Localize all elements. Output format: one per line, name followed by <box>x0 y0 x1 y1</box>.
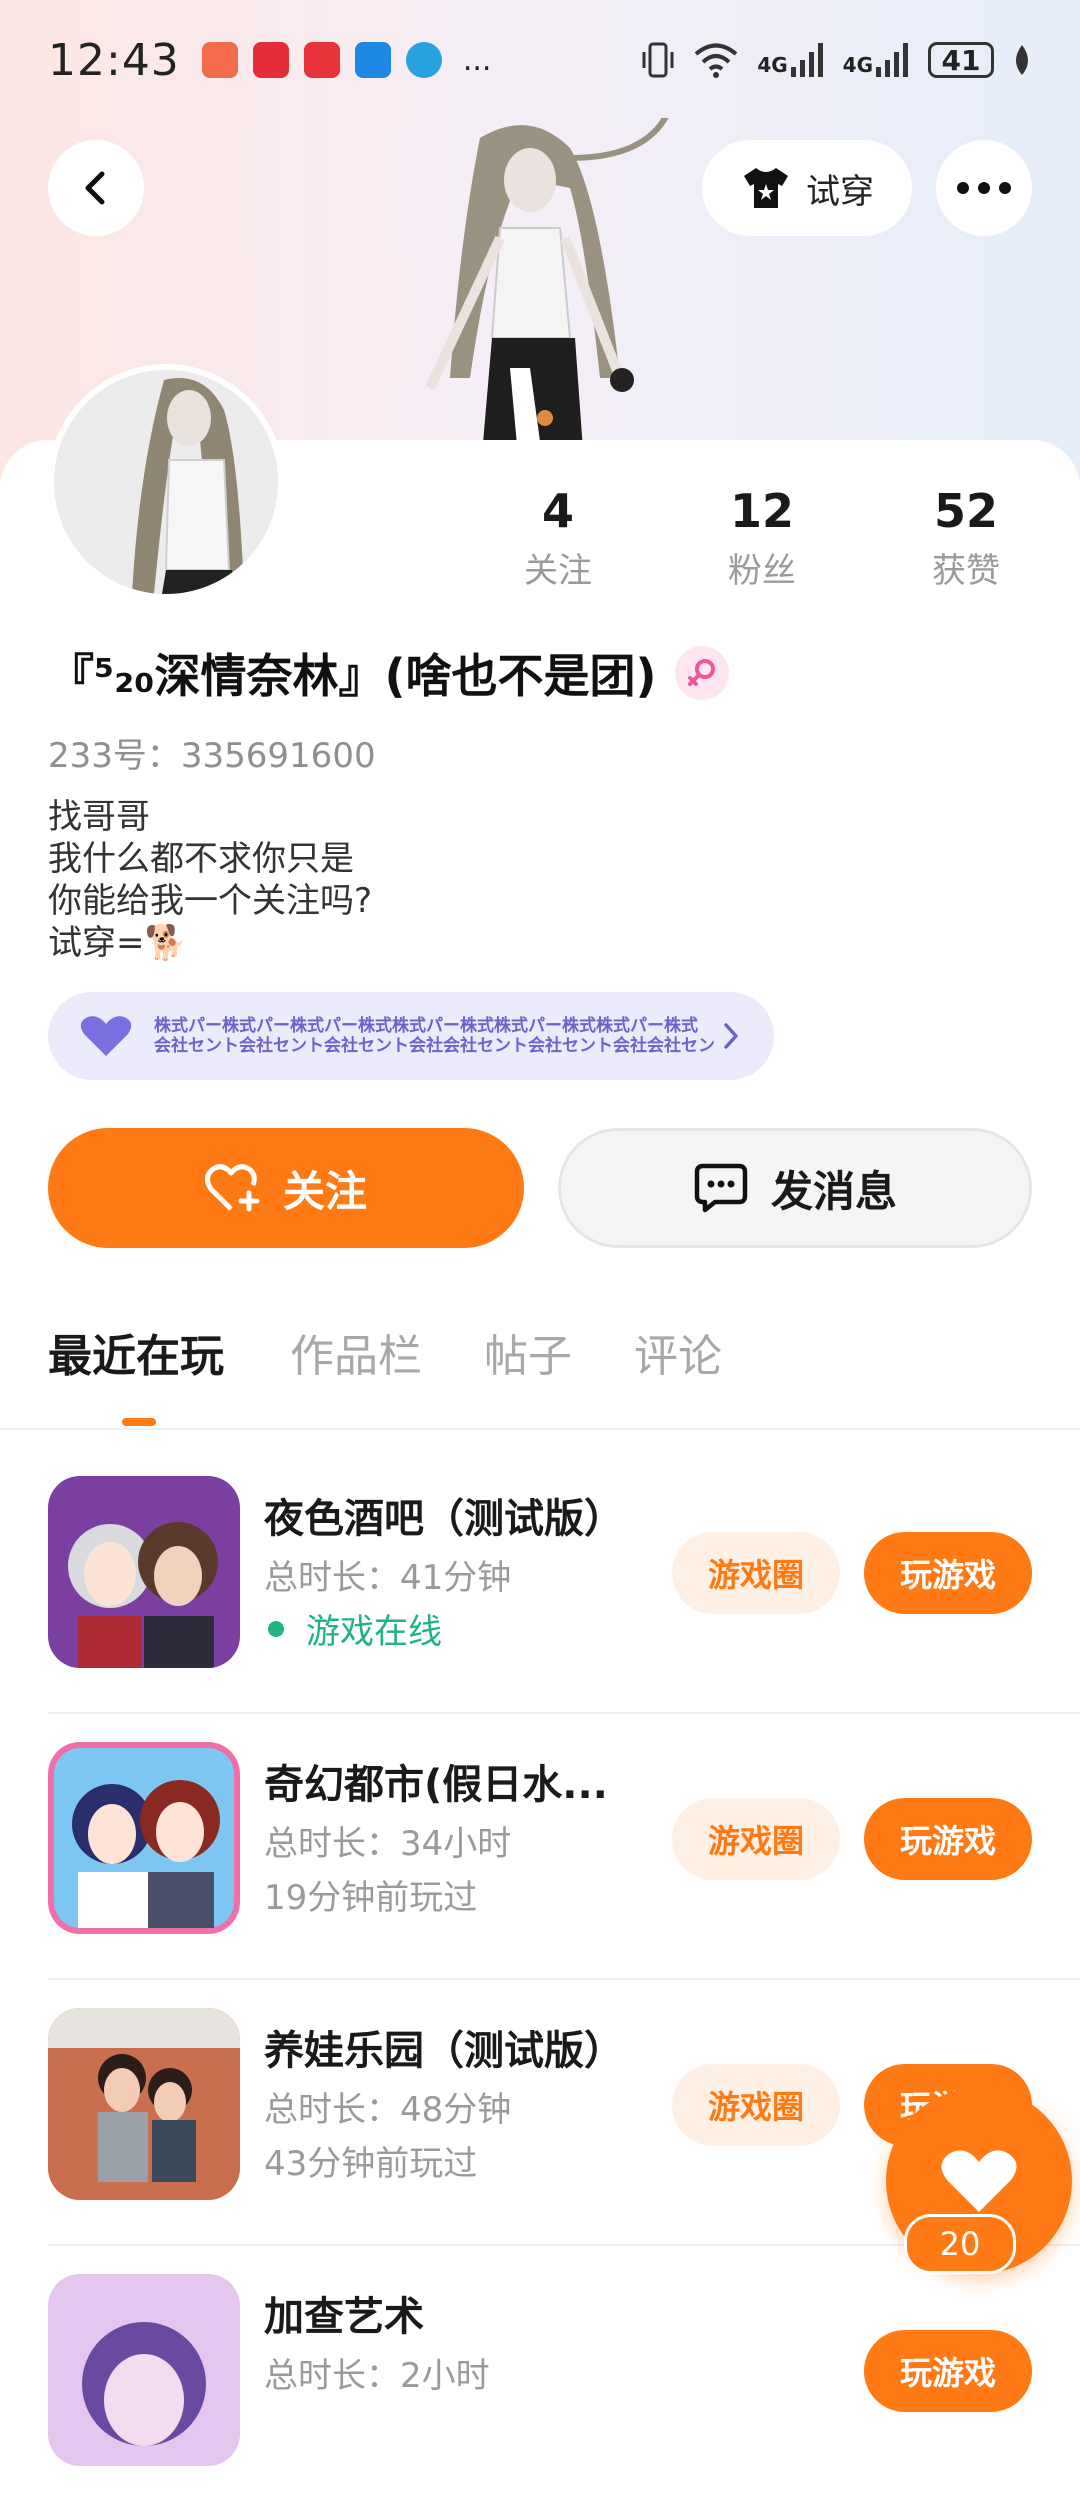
online-dot-icon <box>268 1620 284 1637</box>
stat-following-label: 关注 <box>524 551 592 591</box>
app-icon-huawei <box>252 42 289 78</box>
vibrate-icon <box>642 42 674 78</box>
game-icon <box>48 2274 240 2466</box>
game-duration: 总时长：48分钟 <box>264 2090 512 2130</box>
play-game-button[interactable]: 玩游戏 <box>864 1532 1032 1614</box>
stat-likes-value: 52 <box>933 484 998 538</box>
app-icon-3 <box>303 42 340 78</box>
game-name: 奇幻都市(假日水... <box>264 1762 608 1808</box>
stat-fans[interactable]: 12 粉丝 <box>662 476 862 596</box>
leaf-icon <box>1016 45 1028 75</box>
tab-recently-played[interactable]: 最近在玩 <box>48 1320 224 1384</box>
list-item[interactable]: 夜色酒吧（测试版） 总时长：41分钟 游戏在线 游戏圈 玩游戏 <box>0 1448 1080 1714</box>
group-badge-link[interactable]: 株式パー株式パー株式パー株式株式パー株式株式パー株式株式パー株式 会社セント会社… <box>48 992 774 1080</box>
wifi-icon <box>695 43 738 78</box>
chevron-left-icon <box>85 171 105 205</box>
stat-fans-label: 粉丝 <box>728 551 796 591</box>
game-name: 夜色酒吧（测试版） <box>264 1496 624 1542</box>
follow-button[interactable]: 关注 <box>48 1128 524 1248</box>
back-button[interactable] <box>48 140 144 236</box>
game-icon <box>48 2008 240 2200</box>
signal-4g-2: 4G <box>843 43 910 77</box>
signal-bars-icon <box>876 43 908 77</box>
tab-active-indicator <box>122 1418 156 1426</box>
bio-line: 试穿=🐕 <box>48 923 187 963</box>
game-duration: 总时长：41分钟 <box>264 1558 512 1598</box>
heart-plus-icon <box>204 1164 260 1212</box>
status-bar: 12:43 ... 4G 4G 41 <box>0 0 1080 120</box>
list-item[interactable]: 奇幻都市(假日水... 总时长：34小时 19分钟前玩过 游戏圈 玩游戏 <box>0 1714 1080 1980</box>
chevron-right-icon <box>724 1023 738 1049</box>
signal-bars-icon <box>790 43 823 77</box>
play-game-button[interactable]: 玩游戏 <box>864 2330 1032 2412</box>
tab-works[interactable]: 作品栏 <box>290 1320 422 1384</box>
game-duration: 总时长：34小时 <box>264 1824 512 1864</box>
signal-4g-1: 4G <box>757 43 824 77</box>
stat-following[interactable]: 4 关注 <box>458 476 658 596</box>
send-message-button[interactable]: 发消息 <box>558 1128 1032 1248</box>
divider <box>0 1428 1080 1430</box>
game-icon <box>48 1476 240 1668</box>
status-more-indicator: ... <box>462 42 492 78</box>
game-icon <box>48 1742 240 1934</box>
stat-fans-value: 12 <box>729 484 794 538</box>
more-options-button[interactable] <box>936 140 1032 236</box>
character-model-image <box>425 118 669 478</box>
game-status: 43分钟前玩过 <box>264 2144 478 2184</box>
avatar-image <box>54 370 278 594</box>
try-on-button[interactable]: 试穿 <box>702 140 912 236</box>
battery-indicator: 41 <box>928 42 994 78</box>
tshirt-icon <box>744 168 788 208</box>
stat-likes[interactable]: 52 获赞 <box>866 476 1066 596</box>
user-id: 233号：335691600 <box>48 736 376 776</box>
play-game-button[interactable]: 玩游戏 <box>864 1798 1032 1880</box>
game-status: 游戏在线 <box>264 1604 442 1653</box>
app-icon-1 <box>201 42 238 78</box>
send-message-label: 发消息 <box>770 1166 897 1216</box>
badge-text: 株式パー株式パー株式パー株式株式パー株式株式パー株式株式パー株式 会社セント会社… <box>154 1016 720 1056</box>
status-time: 12:43 <box>48 34 180 86</box>
follow-label: 关注 <box>282 1166 367 1216</box>
female-gender-icon <box>674 646 729 700</box>
game-name: 加查艺术 <box>264 2294 424 2340</box>
game-duration: 总时长：2小时 <box>264 2356 490 2396</box>
game-name: 养娃乐园（测试版） <box>264 2028 624 2074</box>
profile-name: 『⁵₂₀深情奈林』(啥也不是团) <box>48 649 657 703</box>
game-circle-button[interactable]: 游戏圈 <box>672 1532 840 1614</box>
like-count-badge: 20 <box>904 2214 1016 2274</box>
stat-following-value: 4 <box>541 484 574 538</box>
stat-likes-label: 获赞 <box>932 551 1000 591</box>
tab-posts[interactable]: 帖子 <box>484 1320 572 1384</box>
bio-line: 找哥哥 <box>48 797 150 837</box>
avatar[interactable] <box>48 364 284 600</box>
bio-line: 我什么都不求你只是 <box>48 839 354 879</box>
try-on-label: 试穿 <box>806 171 874 212</box>
purple-heart-icon <box>80 1016 132 1056</box>
app-icon-search <box>354 42 391 78</box>
bio-line: 你能给我一个关注吗? <box>48 881 373 921</box>
game-circle-button[interactable]: 游戏圈 <box>672 2064 840 2146</box>
profile-name-row: 『⁵₂₀深情奈林』(啥也不是团) <box>48 640 729 706</box>
tab-comments[interactable]: 评论 <box>634 1320 722 1384</box>
profile-tabs: 最近在玩 作品栏 帖子 评论 <box>0 1320 1080 1430</box>
game-status: 19分钟前玩过 <box>264 1878 478 1918</box>
chat-bubble-icon <box>694 1163 748 1213</box>
profile-bio: 找哥哥 我什么都不求你只是 你能给我一个关注吗? 试穿=🐕 <box>48 796 372 964</box>
more-dots-icon <box>957 182 1011 194</box>
game-circle-button[interactable]: 游戏圈 <box>672 1798 840 1880</box>
heart-icon <box>941 2150 1017 2212</box>
app-icon-5 <box>405 42 442 78</box>
list-item[interactable]: 加查艺术 总时长：2小时 玩游戏 <box>0 2246 1080 2512</box>
